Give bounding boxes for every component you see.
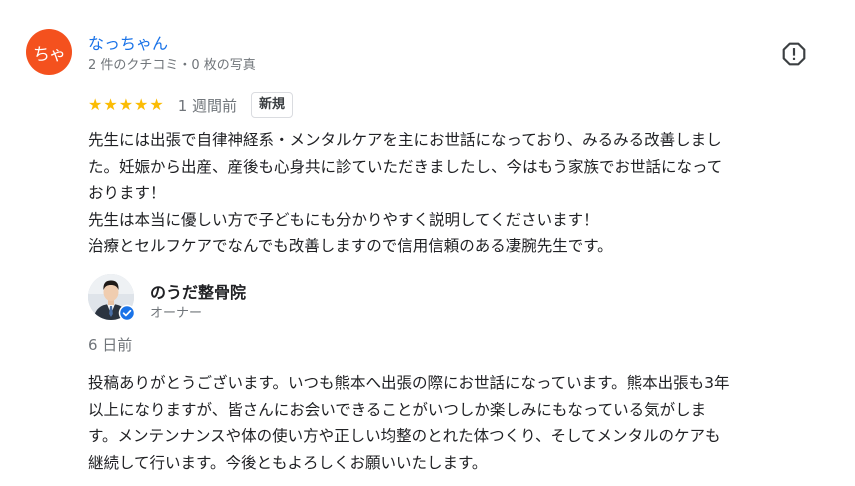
review-text: 先生には出張で自律神経系・メンタルケアを主にお世話になっており、みるみる改善しま… xyxy=(88,127,833,260)
report-review-button[interactable] xyxy=(779,39,809,69)
reviewer-avatar-text: ちゃ xyxy=(33,44,66,65)
star-icon: ★ xyxy=(149,95,164,114)
star-icon: ★ xyxy=(103,95,118,114)
reply-text-line: 投稿ありがとうございます。いつも熊本へ出張の際にお世話になっています。熊本出張も… xyxy=(88,374,730,392)
reply-date: 6 日前 xyxy=(88,336,133,354)
reply-text-line: 以上になりますが、皆さんにお会いできることがいつしか楽しみにもなっている気がしま xyxy=(88,400,707,419)
reviewer-name-link[interactable]: なっちゃん xyxy=(88,30,168,54)
rating-row: ★ ★ ★ ★ ★ 1 週間前 新規 xyxy=(88,91,294,119)
owner-role: オーナー xyxy=(150,306,203,321)
reviewer-avatar[interactable]: ちゃ xyxy=(26,29,72,75)
review-text-line: おります！ xyxy=(88,184,166,202)
owner-name: のうだ整骨院 xyxy=(150,283,247,302)
star-icon: ★ xyxy=(88,95,103,114)
verified-check-icon xyxy=(118,304,136,322)
report-flag-icon xyxy=(782,42,806,66)
star-rating: ★ ★ ★ ★ ★ xyxy=(88,97,164,113)
reply-text-line: す。メンテンナンスや体の使い方や正しい均整のとれた体つくり、そしてメンタルのケア… xyxy=(88,427,721,445)
owner-reply-text: 投稿ありがとうございます。いつも熊本へ出張の際にお世話になっています。熊本出張も… xyxy=(88,370,833,476)
owner-avatar[interactable] xyxy=(88,274,136,322)
review-text-line: 治療とセルフケアでなんでも改善しますので信用信頼のある凄腕先生です。 xyxy=(88,237,613,255)
star-icon: ★ xyxy=(118,95,134,114)
reviewer-meta: 2 件のクチコミ・0 枚の写真 xyxy=(88,58,256,73)
reply-text-line: 継続して行います。今後ともよろしくお願いいたします。 xyxy=(88,453,488,472)
star-icon: ★ xyxy=(134,95,149,114)
review-date: 1 週間前 xyxy=(177,96,238,115)
review-text-line: 先生には出張で自律神経系・メンタルケアを主にお世話になっており、みるみる改善しま… xyxy=(88,131,722,149)
new-badge: 新規 xyxy=(251,92,294,118)
review-text-line: た。妊娠から出産、産後も心身共に診ていただきましたし、今はもう家族でお世話になっ… xyxy=(88,157,723,176)
review-text-line: 先生は本当に優しい方で子どもにも分かりやすく説明してくださいます！ xyxy=(88,210,599,229)
